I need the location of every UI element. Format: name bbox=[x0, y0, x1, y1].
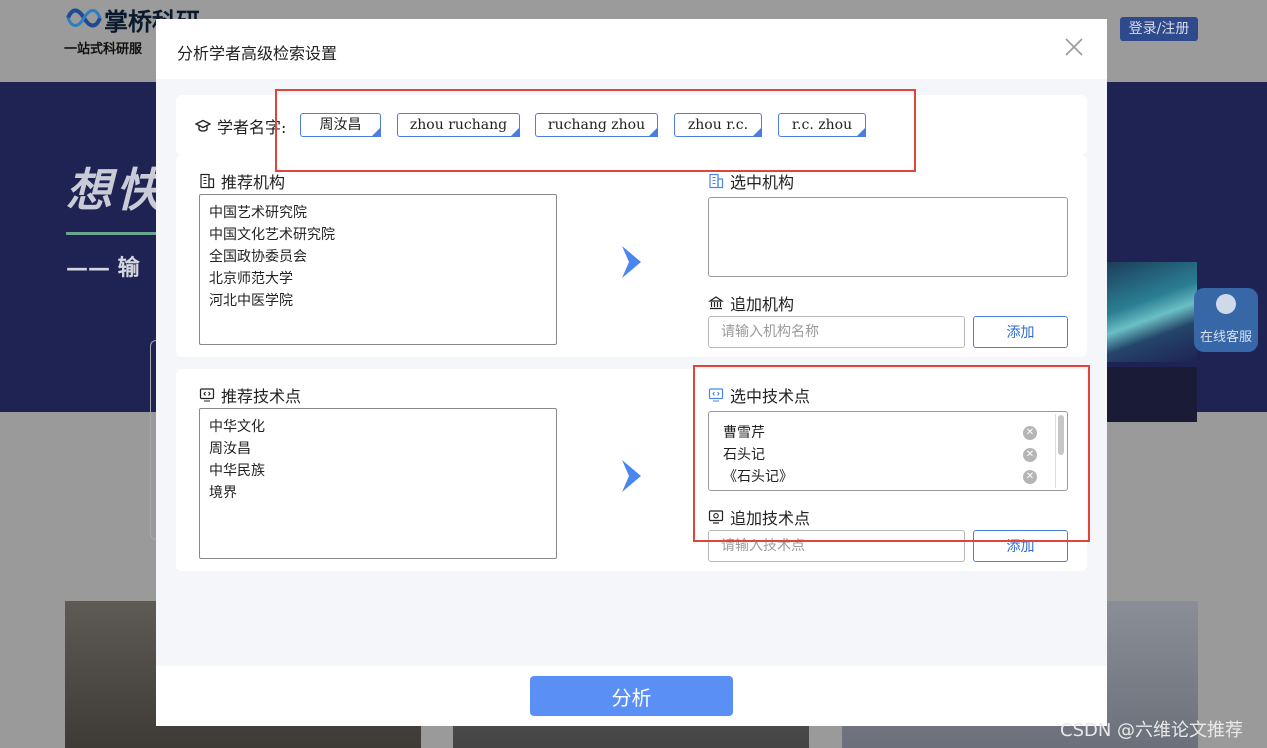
hero-search-area bbox=[1105, 367, 1197, 422]
selected-tech-item[interactable]: 曹雪芹 ✕ bbox=[723, 422, 1053, 444]
add-institution-label: 追加机构 bbox=[708, 291, 794, 315]
recommended-institutions-label: 推荐机构 bbox=[199, 169, 285, 193]
selected-institutions-list[interactable] bbox=[708, 197, 1068, 277]
selected-tech-item[interactable]: 《石头记》 ✕ bbox=[723, 466, 1053, 488]
scholar-name-tag[interactable]: zhou ruchang bbox=[397, 113, 520, 137]
scholar-names-panel: 学者名字: 周汝昌 zhou ruchang ruchang zhou zhou… bbox=[176, 95, 1087, 155]
selected-institutions-label: 选中机构 bbox=[708, 169, 794, 193]
recommended-institutions-list[interactable]: 中国艺术研究院 中国文化艺术研究院 全国政协委员会 北京师范大学 河北中医学院 bbox=[199, 194, 557, 345]
add-tech-button[interactable]: 添加 bbox=[973, 530, 1068, 562]
list-item[interactable]: 境界 bbox=[209, 482, 547, 504]
tag-text: zhou ruchang bbox=[409, 117, 508, 133]
scholar-name-tag[interactable]: ruchang zhou bbox=[535, 113, 658, 137]
list-item[interactable]: 全国政协委员会 bbox=[209, 246, 547, 268]
scholar-name-tag[interactable]: zhou r.c. bbox=[674, 113, 762, 137]
institution-name-input[interactable] bbox=[708, 316, 965, 348]
selected-tech-text: 曹雪芹 bbox=[723, 425, 765, 441]
hero-divider bbox=[66, 232, 158, 235]
list-item[interactable]: 河北中医学院 bbox=[209, 290, 547, 312]
selected-tech-text: 选中技术点 bbox=[730, 387, 811, 406]
chevron-right-icon[interactable] bbox=[620, 245, 642, 279]
modal-header: 分析学者高级检索设置 bbox=[156, 19, 1107, 79]
add-tech-label: 追加技术点 bbox=[708, 505, 810, 529]
logo-mark-icon bbox=[66, 8, 102, 28]
corner-resize-icon bbox=[648, 127, 658, 137]
tech-point-input[interactable] bbox=[708, 530, 965, 562]
online-service-label: 在线客服 bbox=[1199, 330, 1252, 345]
scholar-names-label: 学者名字: bbox=[195, 114, 286, 138]
remove-icon[interactable]: ✕ bbox=[1023, 426, 1037, 440]
tag-text: ruchang zhou bbox=[547, 117, 646, 133]
tag-text: r.c. zhou bbox=[791, 117, 853, 133]
corner-resize-icon bbox=[510, 127, 520, 137]
list-item[interactable]: 中华民族 bbox=[209, 460, 547, 482]
scholar-name-tag[interactable]: r.c. zhou bbox=[778, 113, 866, 137]
corner-resize-icon bbox=[371, 127, 381, 137]
add-institution-button[interactable]: 添加 bbox=[973, 316, 1068, 348]
scholar-name-tag[interactable]: 周汝昌 bbox=[300, 113, 381, 137]
add-tech-text: 追加技术点 bbox=[730, 509, 811, 528]
watermark: CSDN @六维论文推荐 bbox=[1060, 720, 1244, 741]
list-item[interactable]: 北京师范大学 bbox=[209, 268, 547, 290]
recommended-institutions-text: 推荐机构 bbox=[221, 173, 286, 192]
recommended-tech-text: 推荐技术点 bbox=[221, 387, 302, 406]
recommended-tech-label: 推荐技术点 bbox=[199, 383, 301, 407]
institutions-panel: 推荐机构 中国艺术研究院 中国文化艺术研究院 全国政协委员会 北京师范大学 河北… bbox=[176, 155, 1087, 357]
scholar-label-text: 学者名字: bbox=[217, 118, 287, 137]
selected-institutions-text: 选中机构 bbox=[730, 173, 795, 192]
tech-points-panel: 推荐技术点 中华文化 周汝昌 中华民族 境界 选中技术点 曹雪芹 ✕ 石头记 ✕… bbox=[176, 369, 1087, 571]
selected-tech-label: 选中技术点 bbox=[708, 383, 810, 407]
support-agent-icon bbox=[1216, 294, 1236, 314]
remove-icon[interactable]: ✕ bbox=[1023, 448, 1037, 462]
list-item[interactable]: 中华文化 bbox=[209, 416, 547, 438]
selected-tech-item[interactable]: 石头记 ✕ bbox=[723, 444, 1053, 466]
hero-decoration bbox=[1105, 262, 1197, 362]
chevron-right-icon[interactable] bbox=[620, 459, 642, 493]
online-service-button[interactable]: 在线客服 bbox=[1194, 288, 1258, 352]
modal-title: 分析学者高级检索设置 bbox=[177, 44, 338, 63]
tag-text: zhou r.c. bbox=[687, 117, 749, 133]
hero-subline: —— 输 bbox=[66, 255, 140, 281]
login-register-button[interactable]: 登录/注册 bbox=[1120, 17, 1198, 41]
corner-resize-icon bbox=[856, 127, 866, 137]
graduation-cap-icon bbox=[195, 119, 211, 132]
list-item[interactable]: 周汝昌 bbox=[209, 438, 547, 460]
tag-text: 周汝昌 bbox=[319, 117, 362, 133]
monitor-plus-icon bbox=[708, 510, 724, 524]
remove-icon[interactable]: ✕ bbox=[1023, 470, 1037, 484]
selected-tech-text: 《石头记》 bbox=[723, 469, 793, 485]
list-item[interactable]: 中国文化艺术研究院 bbox=[209, 224, 547, 246]
monitor-code-icon bbox=[708, 388, 724, 402]
list-item[interactable]: 中国艺术研究院 bbox=[209, 202, 547, 224]
recommended-tech-list[interactable]: 中华文化 周汝昌 中华民族 境界 bbox=[199, 408, 557, 559]
bank-icon bbox=[708, 296, 724, 310]
building-icon bbox=[200, 173, 215, 189]
advanced-search-modal: 分析学者高级检索设置 学者名字: 周汝昌 zhou ruchang ruchan… bbox=[156, 19, 1107, 726]
scrollbar-thumb[interactable] bbox=[1058, 415, 1064, 455]
hero-headline: 想快 bbox=[66, 163, 166, 217]
logo-subtitle: 一站式科研服 bbox=[64, 42, 143, 57]
close-icon[interactable] bbox=[1062, 35, 1086, 59]
corner-resize-icon bbox=[752, 127, 762, 137]
modal-footer: 分析 bbox=[156, 666, 1107, 726]
add-institution-text: 追加机构 bbox=[730, 295, 795, 314]
selected-tech-text: 石头记 bbox=[723, 447, 765, 463]
building-icon bbox=[709, 173, 724, 189]
selected-tech-list[interactable]: 曹雪芹 ✕ 石头记 ✕ 《石头记》 ✕ bbox=[708, 411, 1068, 491]
scrollbar[interactable] bbox=[1055, 414, 1065, 488]
analyze-button[interactable]: 分析 bbox=[530, 676, 733, 716]
monitor-code-icon bbox=[199, 388, 215, 402]
